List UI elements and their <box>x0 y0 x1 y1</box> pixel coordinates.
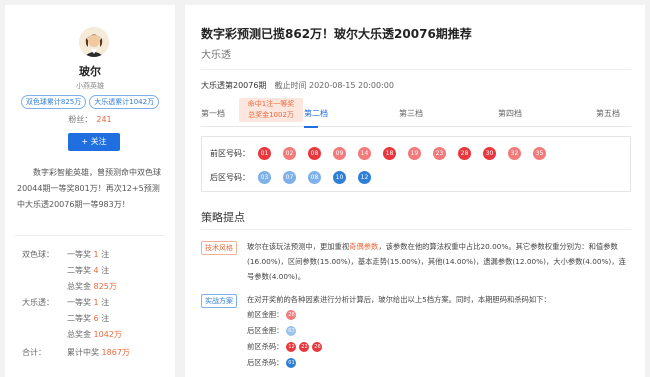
hit-badge-line1: 命中1注一等奖 <box>247 100 295 108</box>
article-subtitle: 大乐透 <box>201 50 231 61</box>
front-ball: 01 <box>258 146 271 160</box>
front-numbers-label: 前区号码： <box>210 148 250 158</box>
hit-badge-line2: 总奖金1002万 <box>248 111 294 119</box>
divider <box>201 69 631 70</box>
divider <box>15 235 165 236</box>
front-gold-label: 前区金胆： <box>247 310 284 319</box>
divider <box>201 229 631 230</box>
profile-subtitle: 小燕英雄 <box>76 82 104 90</box>
tag-ssq-total: 双色球累计825万 <box>20 95 87 109</box>
front-ball: 30 <box>483 146 496 160</box>
hit-badge: 命中1注一等奖 总奖金1002万 <box>239 98 303 122</box>
article-panel: 数字彩预测已揽862万！玻尔大乐透20076期推荐 大乐透 大乐透第20076期… <box>185 5 645 377</box>
front-ball: 14 <box>358 146 371 160</box>
front-kill-ball: 12 <box>286 342 297 352</box>
front-kill-ball: 26 <box>312 342 323 352</box>
stats-item: 一等奖 1 注 <box>67 298 110 307</box>
front-kill-row: 前区杀码： 12 22 26 <box>247 342 323 352</box>
back-kill-label: 后区杀码： <box>247 358 284 367</box>
active-tab-indicator <box>304 126 318 128</box>
front-ball: 35 <box>533 146 546 160</box>
tab-tier-4[interactable]: 第四档 <box>498 108 522 119</box>
follow-button[interactable]: + 关注 <box>68 133 120 151</box>
avatar[interactable] <box>79 27 109 57</box>
front-numbers-row: 前区号码： 01 02 08 09 14 18 19 23 28 30 32 3… <box>210 146 558 160</box>
tab-tier-5[interactable]: 第五档 <box>596 108 620 119</box>
front-ball: 28 <box>458 146 471 160</box>
plan-text: 在对开奖前的各种因素进行分析计算后，玻尔给出以上5档方案。同时，本期胆码和杀码如… <box>247 295 551 304</box>
fans-count: 241 <box>96 115 112 124</box>
stats-label: 合计： <box>22 348 46 357</box>
issue-number: 大乐透第20076期 <box>201 81 267 90</box>
stats-item: 总奖金 825万 <box>67 282 117 291</box>
tier-tabs: 第一档 第二档 第三档 第四档 第五档 命中1注一等奖 总奖金1002万 <box>201 98 631 128</box>
tab-tier-1[interactable]: 第一档 <box>201 108 225 119</box>
article-title: 数字彩预测已揽862万！玻尔大乐透20076期推荐 <box>201 27 472 41</box>
front-ball: 23 <box>433 146 446 160</box>
front-gold-row: 前区金胆： 28 <box>247 310 297 320</box>
fans-label: 粉丝： <box>68 115 93 124</box>
back-numbers-row: 后区号码： 03 07 08 10 12 <box>210 170 383 184</box>
profile-name: 玻尔 <box>79 65 101 78</box>
back-ball: 10 <box>333 170 346 184</box>
plan-badge: 实战方案 <box>201 294 237 308</box>
stats-item: 一等奖 1 注 <box>67 250 110 259</box>
tech-style-text: 玻尔在该玩法预测中，更加重视奇偶参数，该参数在他的算法权重中占比20.00%。其… <box>247 242 626 281</box>
back-numbers-label: 后区号码： <box>210 172 250 182</box>
tab-tier-3[interactable]: 第三档 <box>399 108 423 119</box>
front-ball: 19 <box>408 146 421 160</box>
tech-style-badge: 技术风格 <box>201 241 237 255</box>
front-ball: 09 <box>333 146 346 160</box>
front-ball: 02 <box>283 146 296 160</box>
highlight-param: 奇偶参数 <box>349 242 379 251</box>
stats-label: 大乐透： <box>22 298 54 307</box>
section-title: 策略提点 <box>201 211 245 224</box>
tab-tier-2[interactable]: 第二档 <box>304 108 328 119</box>
front-kill-label: 前区杀码： <box>247 342 284 351</box>
issue-line: 大乐透第20076期 截止时间 2020-08-15 20:00:00 <box>201 80 394 91</box>
front-gold-ball: 28 <box>286 310 297 320</box>
profile-card: 玻尔 小燕英雄 双色球累计825万 大乐透累计1042万 粉丝： 241 + 关注… <box>5 5 175 377</box>
stats-item: 二等奖 4 注 <box>67 266 110 275</box>
deadline: 截止时间 2020-08-15 20:00:00 <box>274 81 394 90</box>
tag-dlt-total: 大乐透累计1042万 <box>89 95 160 109</box>
back-kill-ball: 01 <box>286 358 297 368</box>
back-ball: 08 <box>308 170 321 184</box>
stats-item: 二等奖 6 注 <box>67 314 110 323</box>
back-ball: 03 <box>258 170 271 184</box>
numbers-box: 前区号码： 01 02 08 09 14 18 19 23 28 30 32 3… <box>201 136 631 192</box>
front-ball: 32 <box>508 146 521 160</box>
front-kill-ball: 22 <box>299 342 310 352</box>
back-gold-ball: 07 <box>286 326 297 336</box>
stats-item: 总奖金 1042万 <box>67 330 122 339</box>
back-kill-row: 后区杀码： 01 <box>247 358 297 368</box>
front-ball: 08 <box>308 146 321 160</box>
stats-label: 双色球： <box>22 250 54 259</box>
profile-tags: 双色球累计825万 大乐透累计1042万 <box>15 95 165 109</box>
back-gold-row: 后区金胆： 07 <box>247 326 297 336</box>
fans-count-line: 粉丝： 241 <box>5 114 175 125</box>
stats-item: 累计中奖 1867万 <box>67 348 130 357</box>
back-ball: 12 <box>358 170 371 184</box>
front-ball: 18 <box>383 146 396 160</box>
back-ball: 07 <box>283 170 296 184</box>
back-gold-label: 后区金胆： <box>247 326 284 335</box>
profile-intro: 数字彩智能英雄，曾预测命中双色球20044期一等奖801万！再次12+5预测中大… <box>17 168 161 209</box>
